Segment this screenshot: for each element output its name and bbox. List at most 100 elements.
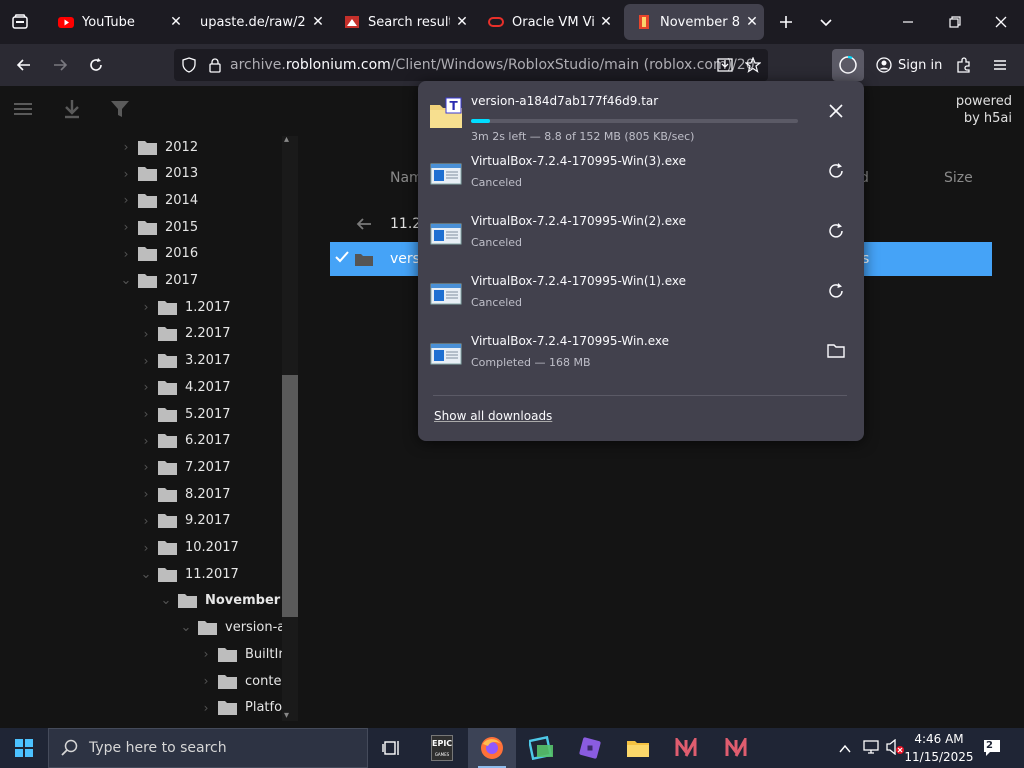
chevron-right-icon[interactable]: › <box>140 487 152 501</box>
chevron-right-icon[interactable]: › <box>120 167 132 181</box>
tab-youtube[interactable]: YouTube ✕ <box>46 4 188 40</box>
chevron-right-icon[interactable]: › <box>120 247 132 261</box>
back-button[interactable] <box>8 49 40 81</box>
tab-search-results[interactable]: Search results fo ✕ <box>332 4 474 40</box>
tree-item[interactable]: › 8.2017 <box>140 481 231 507</box>
chevron-right-icon[interactable]: › <box>140 434 152 448</box>
task-view-button[interactable] <box>368 728 416 768</box>
chevron-right-icon[interactable]: › <box>140 460 152 474</box>
tree-item[interactable]: › 2016 <box>120 241 198 267</box>
tree-item[interactable]: › 2015 <box>120 214 198 240</box>
epic-games-launcher-button[interactable]: EPIC GAMES <box>418 728 466 768</box>
menu-button[interactable] <box>984 49 1016 81</box>
forward-button[interactable] <box>44 49 76 81</box>
column-header-size[interactable]: Size <box>944 170 973 186</box>
sidebar-scrollbar-thumb[interactable] <box>282 375 298 617</box>
lock-icon[interactable] <box>204 57 226 73</box>
tab-november-8[interactable]: November 8 (0.3 ✕ <box>624 4 764 40</box>
tree-item[interactable]: › 6.2017 <box>140 428 231 454</box>
tree-item[interactable]: › BuiltIn <box>200 641 287 667</box>
show-in-folder-button[interactable] <box>822 337 850 365</box>
download-item[interactable]: VirtualBox-7.2.4-170995-Win(2).exe Cancel… <box>418 203 864 263</box>
tab-oracle[interactable]: Oracle VM Virtu ✕ <box>476 4 618 40</box>
chevron-right-icon[interactable]: › <box>140 300 152 314</box>
chevron-right-icon[interactable]: › <box>200 647 212 661</box>
roblox-taskbar-button[interactable] <box>566 728 614 768</box>
tree-item[interactable]: › 2.2017 <box>140 321 231 347</box>
tree-item[interactable]: ⌄ 11.2017 <box>140 561 239 587</box>
powered-by-label[interactable]: powered by h5ai <box>912 93 1012 127</box>
chevron-right-icon[interactable]: › <box>140 407 152 421</box>
extensions-button[interactable] <box>948 49 980 81</box>
firefox-view-button[interactable] <box>6 8 34 36</box>
tree-item[interactable]: › 5.2017 <box>140 401 231 427</box>
close-tab-button[interactable]: ✕ <box>594 10 618 34</box>
tree-item[interactable]: ⌄ version-a1 <box>180 615 294 641</box>
tree-item[interactable]: › 3.2017 <box>140 348 231 374</box>
retry-button[interactable] <box>822 277 850 305</box>
tree-item[interactable]: › 2014 <box>120 187 198 213</box>
show-hidden-icons-button[interactable] <box>838 740 852 759</box>
firefox-taskbar-button[interactable] <box>468 728 516 768</box>
tree-item[interactable]: › 2012 <box>120 134 198 160</box>
minimize-button[interactable] <box>894 8 922 36</box>
parent-folder-icon[interactable] <box>356 216 372 235</box>
bookmark-star-icon[interactable] <box>742 57 764 73</box>
show-all-downloads-link[interactable]: Show all downloads <box>434 409 552 423</box>
sign-in-button[interactable]: Sign in <box>868 49 946 81</box>
system-clock[interactable]: 4:46 AM 11/15/2025 <box>902 730 976 766</box>
chevron-right-icon[interactable]: › <box>120 220 132 234</box>
chevron-right-icon[interactable]: › <box>140 380 152 394</box>
tree-item[interactable]: › 7.2017 <box>140 454 231 480</box>
new-tab-button[interactable] <box>772 8 800 36</box>
downloads-button[interactable] <box>832 49 864 81</box>
reload-button[interactable] <box>80 49 112 81</box>
file-explorer-taskbar-button[interactable] <box>614 728 662 768</box>
download-page-icon[interactable] <box>714 57 736 73</box>
close-tab-button[interactable]: ✕ <box>306 10 330 34</box>
chevron-right-icon[interactable]: › <box>140 354 152 368</box>
restore-button[interactable] <box>941 8 969 36</box>
tree-item[interactable]: › 4.2017 <box>140 374 231 400</box>
tree-item[interactable]: ⌄ November 8 <box>160 588 294 614</box>
retry-button[interactable] <box>822 217 850 245</box>
start-button[interactable] <box>0 728 48 768</box>
tab-upaste[interactable]: upaste.de/raw/2F4 ✕ <box>188 4 330 40</box>
download-item[interactable]: VirtualBox-7.2.4-170995-Win(3).exe Cancel… <box>418 143 864 203</box>
chevron-down-icon[interactable]: ⌄ <box>140 567 152 582</box>
close-tab-button[interactable]: ✕ <box>740 10 764 34</box>
close-tab-button[interactable]: ✕ <box>164 10 188 34</box>
chevron-right-icon[interactable]: › <box>120 193 132 207</box>
tree-item[interactable]: ⌄ 2017 <box>120 268 198 294</box>
tree-item[interactable]: › conter <box>200 668 287 694</box>
url-text[interactable]: archive.roblonium.com/Client/Windows/Rob… <box>230 57 755 73</box>
tree-item[interactable]: › 9.2017 <box>140 508 231 534</box>
download-item[interactable]: Tversion-a184d7ab177f46d9.tar 3m 2s left … <box>418 83 864 143</box>
chevron-down-icon[interactable]: ⌄ <box>160 593 172 608</box>
filter-button[interactable] <box>110 98 130 124</box>
network-icon[interactable] <box>862 739 880 759</box>
chevron-right-icon[interactable]: › <box>140 514 152 528</box>
list-all-tabs-button[interactable] <box>812 8 840 36</box>
tree-item[interactable]: › 10.2017 <box>140 535 239 561</box>
chevron-right-icon[interactable]: › <box>140 327 152 341</box>
download-item[interactable]: VirtualBox-7.2.4-170995-Win(1).exe Cancel… <box>418 263 864 323</box>
chevron-right-icon[interactable]: › <box>140 541 152 555</box>
close-tab-button[interactable]: ✕ <box>450 10 474 34</box>
retry-button[interactable] <box>822 157 850 185</box>
close-window-button[interactable] <box>987 8 1015 36</box>
tree-item[interactable]: › Platfor <box>200 695 287 721</box>
chevron-right-icon[interactable]: › <box>200 701 212 715</box>
address-bar[interactable]: archive.roblonium.com/Client/Windows/Rob… <box>174 49 768 81</box>
chevron-right-icon[interactable]: › <box>120 140 132 154</box>
chevron-down-icon[interactable]: ⌄ <box>120 273 132 288</box>
sidebar-toggle-button[interactable] <box>12 98 34 124</box>
taskbar-search-box[interactable]: Type here to search <box>48 728 368 768</box>
tree-item[interactable]: › 1.2017 <box>140 294 231 320</box>
tree-item[interactable]: › 2013 <box>120 161 198 187</box>
roblox-studio-taskbar-button[interactable] <box>518 728 566 768</box>
chevron-down-icon[interactable]: ⌄ <box>180 620 192 635</box>
cancel-button[interactable] <box>822 97 850 125</box>
download-folder-button[interactable] <box>62 98 82 124</box>
chevron-right-icon[interactable]: › <box>200 674 212 688</box>
